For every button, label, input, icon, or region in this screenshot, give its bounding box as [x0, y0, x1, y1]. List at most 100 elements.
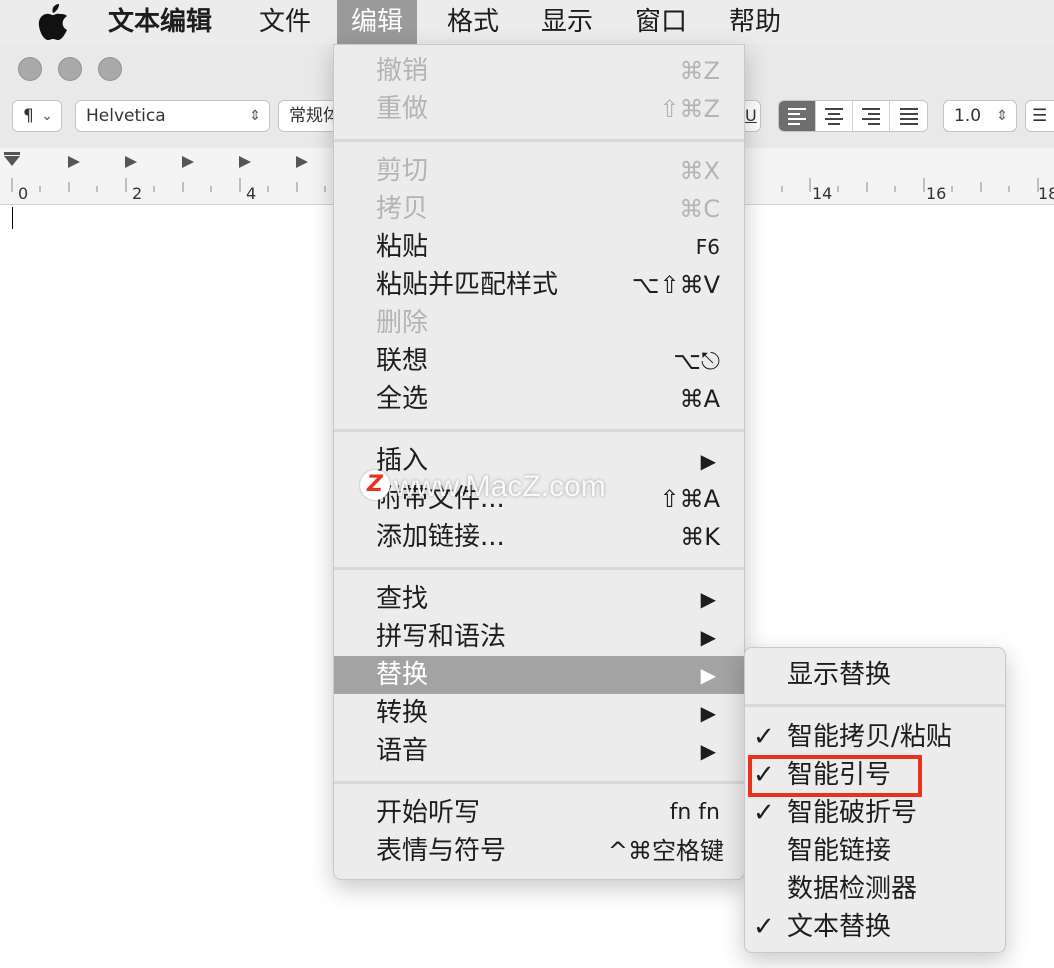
menu-item-label: 剪切	[376, 156, 429, 186]
ruler-label: 16	[926, 184, 947, 203]
menu-item-emoji-symbols[interactable]: 表情与符号 ^⌘空格键	[334, 832, 744, 870]
menu-item-label: 删除	[376, 308, 429, 338]
submenu-arrow-icon: ▶	[700, 587, 716, 611]
list-bullets-popup[interactable]: ☰	[1025, 100, 1054, 132]
menu-item-spelling-grammar[interactable]: 拼写和语法 ▶	[334, 618, 744, 656]
menu-separator	[334, 781, 744, 784]
menu-item-label: 语音	[376, 736, 429, 766]
menu-item-label: 粘贴	[376, 232, 429, 262]
menu-item-label: 查找	[376, 584, 429, 614]
menu-item-shortcut: F6	[695, 235, 720, 259]
align-center-icon	[825, 105, 843, 128]
menu-edit[interactable]: 编辑	[337, 0, 418, 44]
menu-item-add-link[interactable]: 添加链接... ⌘K	[334, 518, 744, 556]
checkmark-icon: ✓	[753, 912, 775, 942]
submenu-arrow-icon: ▶	[700, 701, 716, 725]
ruler-label: 18	[1038, 184, 1054, 203]
menu-item-shortcut: ⇧⌘Z	[659, 95, 720, 123]
menu-item-shortcut: ⌥⎋	[673, 347, 720, 375]
menu-item-shortcut: ⌘A	[679, 385, 720, 413]
font-family-value: Helvetica	[86, 106, 166, 126]
menu-bar: 文本编辑 文件 编辑 格式 显示 窗口 帮助	[0, 0, 1054, 44]
menu-item-undo[interactable]: 撤销 ⌘Z	[334, 52, 744, 90]
menu-item-label: 开始听写	[376, 798, 481, 828]
menu-item-find[interactable]: 查找 ▶	[334, 580, 744, 618]
submenu-item-show-substitutions[interactable]: 显示替换	[745, 656, 1005, 694]
menu-item-transformations[interactable]: 转换 ▶	[334, 694, 744, 732]
menu-item-label: 全选	[376, 384, 429, 414]
edit-menu: 撤销 ⌘Z 重做 ⇧⌘Z 剪切 ⌘X 拷贝 ⌘C 粘贴 F6 粘贴并匹配样式 ⌥…	[333, 44, 745, 880]
menu-view[interactable]: 显示	[527, 0, 607, 44]
close-button[interactable]	[18, 57, 42, 81]
menu-item-complete[interactable]: 联想 ⌥⎋	[334, 342, 744, 380]
menu-item-paste[interactable]: 粘贴 F6	[334, 228, 744, 266]
align-center-button[interactable]	[816, 101, 853, 131]
submenu-item-smart-links[interactable]: 智能链接	[745, 832, 1005, 870]
menu-item-label: 数据检测器	[787, 874, 918, 904]
menu-separator	[334, 429, 744, 432]
menu-item-label: 重做	[376, 94, 429, 124]
menu-format[interactable]: 格式	[433, 0, 513, 44]
list-icon: ☰	[1032, 106, 1048, 126]
alignment-group	[778, 100, 928, 132]
menu-item-label: 添加链接...	[376, 522, 505, 552]
menu-app-name[interactable]: 文本编辑	[94, 0, 226, 44]
zoom-button[interactable]	[98, 57, 122, 81]
justify-button[interactable]	[890, 101, 927, 131]
ruler-label: 0	[18, 184, 29, 203]
paragraph-style-popup[interactable]: ¶ ⌄	[12, 100, 62, 132]
checkmark-icon: ✓	[753, 798, 775, 828]
menu-item-shortcut: ⌥⇧⌘V	[631, 271, 720, 299]
menu-item-label: 显示替换	[787, 660, 892, 690]
updown-chevron-icon: ⇕	[996, 108, 1008, 124]
substitutions-submenu: 显示替换 ✓ 智能拷贝/粘贴 ✓ 智能引号 ✓ 智能破折号 智能链接 数据检测器…	[744, 647, 1006, 953]
menu-item-shortcut: ^⌘空格键	[607, 837, 724, 865]
align-left-button[interactable]	[779, 101, 816, 131]
line-spacing-popup[interactable]: 1.0 ⇕	[943, 100, 1017, 132]
align-right-button[interactable]	[853, 101, 890, 131]
menu-item-label: 联想	[376, 346, 429, 376]
apple-icon[interactable]	[36, 3, 70, 41]
minimize-button[interactable]	[58, 57, 82, 81]
submenu-item-data-detectors[interactable]: 数据检测器	[745, 870, 1005, 908]
font-family-popup[interactable]: Helvetica ⇕	[75, 100, 270, 132]
menu-window[interactable]: 窗口	[621, 0, 701, 44]
menu-item-cut[interactable]: 剪切 ⌘X	[334, 152, 744, 190]
font-style-value: 常规体	[289, 106, 338, 126]
underline-icon: U	[745, 106, 757, 125]
paragraph-label: ¶	[23, 106, 34, 126]
submenu-arrow-icon: ▶	[700, 739, 716, 763]
menu-item-delete[interactable]: 删除	[334, 304, 744, 342]
menu-separator	[334, 139, 744, 142]
menu-item-label: 拼写和语法	[376, 622, 507, 652]
underline-button[interactable]: U	[745, 100, 761, 132]
menu-item-label: 智能链接	[787, 836, 892, 866]
menu-file[interactable]: 文件	[245, 0, 325, 44]
menu-item-redo[interactable]: 重做 ⇧⌘Z	[334, 90, 744, 128]
menu-item-start-dictation[interactable]: 开始听写 fn fn	[334, 794, 744, 832]
watermark-logo: Z	[360, 470, 390, 500]
menu-item-speech[interactable]: 语音 ▶	[334, 732, 744, 770]
submenu-item-text-replacement[interactable]: ✓ 文本替换	[745, 908, 1005, 946]
menu-item-label: 转换	[376, 698, 429, 728]
ruler-label: 4	[246, 184, 257, 203]
menu-item-select-all[interactable]: 全选 ⌘A	[334, 380, 744, 418]
annotation-highlight-box	[748, 755, 922, 797]
menu-item-copy[interactable]: 拷贝 ⌘C	[334, 190, 744, 228]
align-right-icon	[862, 105, 880, 128]
menu-item-substitutions[interactable]: 替换 ▶	[334, 656, 744, 694]
menu-item-label: 智能拷贝/粘贴	[787, 722, 952, 752]
checkmark-icon: ✓	[753, 722, 775, 752]
menu-item-shortcut: fn fn	[669, 800, 720, 825]
submenu-item-smart-copy-paste[interactable]: ✓ 智能拷贝/粘贴	[745, 718, 1005, 756]
menu-separator	[334, 567, 744, 570]
updown-chevron-icon: ⇕	[249, 108, 261, 124]
chevron-down-icon: ⌄	[41, 108, 53, 124]
menu-item-paste-match-style[interactable]: 粘贴并匹配样式 ⌥⇧⌘V	[334, 266, 744, 304]
align-left-icon	[788, 105, 806, 128]
font-style-popup[interactable]: 常规体	[278, 100, 338, 132]
menu-item-shortcut: ⌘C	[679, 195, 720, 223]
submenu-arrow-icon: ▶	[700, 663, 716, 687]
menu-help[interactable]: 帮助	[715, 0, 795, 44]
submenu-item-smart-dashes[interactable]: ✓ 智能破折号	[745, 794, 1005, 832]
